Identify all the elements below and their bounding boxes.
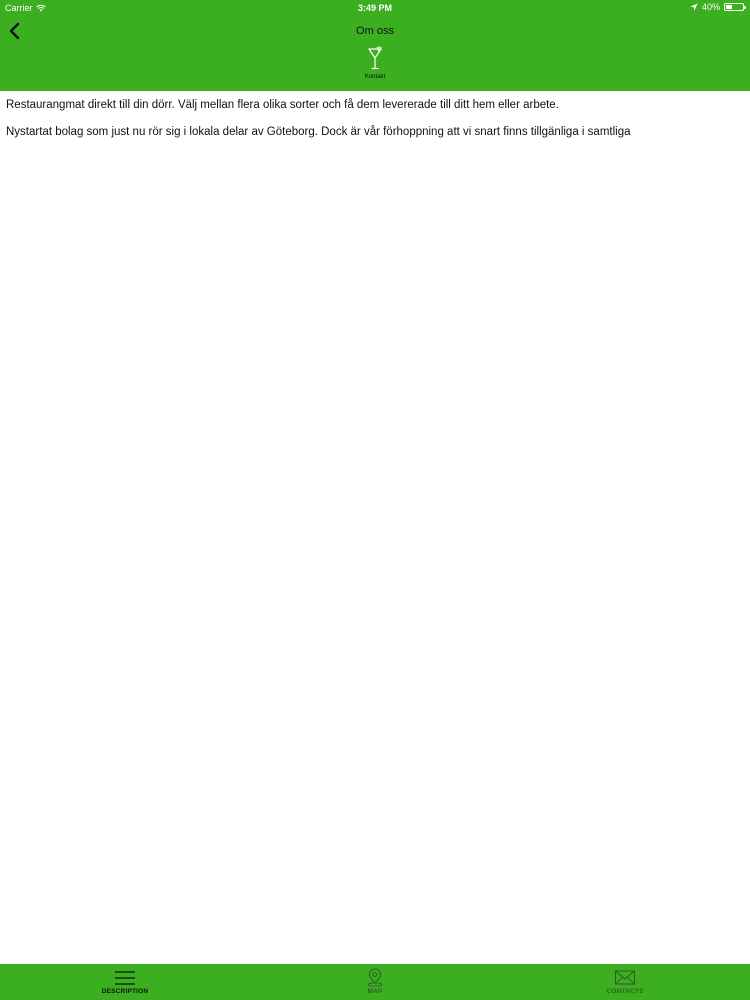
battery-icon	[724, 3, 746, 11]
cocktail-glass-icon	[368, 46, 382, 70]
description-paragraph: Nystartat bolag som just nu rör sig i lo…	[6, 126, 631, 138]
page-title: Om oss	[356, 25, 394, 37]
tab-contacts[interactable]: CONTACTS	[555, 964, 695, 1000]
description-paragraph: Restaurangmat direkt till din dörr. Välj…	[6, 99, 559, 111]
tab-description-label: DESCRIPTION	[101, 988, 149, 995]
contact-tab-label: Kontakt	[364, 74, 386, 80]
status-bar: Carrier 3:49 PM 40%	[0, 0, 750, 16]
hamburger-menu-icon	[115, 971, 135, 985]
battery-percent: 40%	[701, 2, 720, 12]
bottom-tab-bar: DESCRIPTION MAP CONTACTS	[0, 964, 750, 1000]
contact-tab[interactable]: Kontakt	[350, 46, 400, 88]
description-content: Restaurangmat direkt till din dörr. Välj…	[6, 98, 744, 152]
status-time: 3:49 PM	[357, 3, 392, 13]
battery-fill	[726, 5, 732, 9]
status-right: 40%	[690, 2, 746, 12]
app-screen: Carrier 3:49 PM 40% Om oss Kontakt Resta…	[0, 0, 750, 1000]
tab-description[interactable]: DESCRIPTION	[55, 964, 195, 1000]
map-pin-icon	[367, 968, 383, 987]
location-arrow-icon	[690, 3, 698, 11]
tab-map[interactable]: MAP	[305, 964, 445, 1000]
tab-map-label: MAP	[367, 988, 383, 995]
tab-contacts-label: CONTACTS	[606, 988, 644, 995]
header-bar: Carrier 3:49 PM 40% Om oss Kontakt	[0, 0, 750, 91]
envelope-icon	[614, 970, 636, 985]
